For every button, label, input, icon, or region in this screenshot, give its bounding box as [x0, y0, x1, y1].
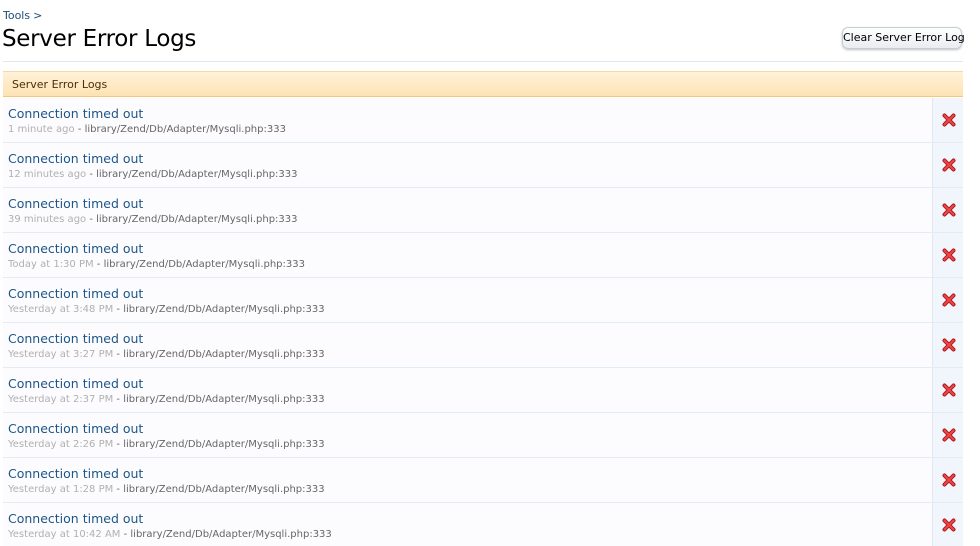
log-entry-file: library/Zend/Db/Adapter/Mysqli.php:333	[123, 484, 325, 495]
log-entry-meta: Yesterday at 2:26 PM - library/Zend/Db/A…	[8, 439, 325, 450]
page-title: Server Error Logs	[2, 26, 197, 52]
delete-log-button[interactable]	[932, 323, 963, 367]
log-entry-link[interactable]: Connection timed out Today at 1:30 PM - …	[3, 233, 932, 277]
title-divider	[3, 61, 963, 62]
close-icon	[942, 203, 956, 217]
log-entry-separator: -	[86, 214, 97, 225]
close-icon	[942, 248, 956, 262]
log-entry: Connection timed out 39 minutes ago - li…	[3, 188, 963, 233]
log-entry-title: Connection timed out	[8, 331, 144, 346]
page: Tools > Server Error Logs Clear Server Er…	[0, 0, 980, 546]
breadcrumb-item-tools[interactable]: Tools	[3, 9, 30, 22]
log-entry-meta: Yesterday at 1:28 PM - library/Zend/Db/A…	[8, 484, 325, 495]
log-entry-separator: -	[113, 484, 124, 495]
breadcrumb: Tools >	[3, 9, 42, 22]
log-entry-title: Connection timed out	[8, 286, 144, 301]
log-entry: Connection timed out Today at 1:30 PM - …	[3, 233, 963, 278]
close-icon	[942, 518, 956, 532]
log-entry-file: library/Zend/Db/Adapter/Mysqli.php:333	[123, 304, 325, 315]
log-entry-link[interactable]: Connection timed out 12 minutes ago - li…	[3, 143, 932, 187]
log-entry-time: Yesterday at 3:27 PM	[8, 349, 114, 360]
log-entry-link[interactable]: Connection timed out Yesterday at 2:37 P…	[3, 368, 932, 412]
section-header: Server Error Logs	[3, 71, 963, 97]
close-icon	[942, 113, 956, 127]
log-entry-time: Yesterday at 1:28 PM	[8, 484, 114, 495]
delete-log-button[interactable]	[932, 233, 963, 277]
log-entry-time: Yesterday at 10:42 AM	[8, 529, 121, 540]
log-entry-time: 1 minute ago	[8, 124, 75, 135]
log-entry-meta: Today at 1:30 PM - library/Zend/Db/Adapt…	[8, 259, 305, 270]
log-entry: Connection timed out 1 minute ago - libr…	[3, 98, 963, 143]
log-entry: Connection timed out Yesterday at 3:48 P…	[3, 278, 963, 323]
delete-log-button[interactable]	[932, 143, 963, 187]
log-entry-time: Today at 1:30 PM	[8, 259, 94, 270]
log-entry-time: 12 minutes ago	[8, 169, 87, 180]
log-entry-time: Yesterday at 2:26 PM	[8, 439, 114, 450]
close-icon	[942, 473, 956, 487]
close-icon	[942, 293, 956, 307]
log-entry-file: library/Zend/Db/Adapter/Mysqli.php:333	[96, 169, 298, 180]
log-entry-link[interactable]: Connection timed out Yesterday at 10:42 …	[3, 503, 932, 546]
log-entry-link[interactable]: Connection timed out 39 minutes ago - li…	[3, 188, 932, 232]
close-icon	[942, 428, 956, 442]
log-entry-meta: Yesterday at 3:27 PM - library/Zend/Db/A…	[8, 349, 325, 360]
log-entry-file: library/Zend/Db/Adapter/Mysqli.php:333	[123, 349, 325, 360]
close-icon	[942, 383, 956, 397]
log-entry-separator: -	[74, 124, 85, 135]
delete-log-button[interactable]	[932, 188, 963, 232]
log-entry-separator: -	[120, 529, 131, 540]
log-entry-time: 39 minutes ago	[8, 214, 87, 225]
log-entry-title: Connection timed out	[8, 241, 144, 256]
log-entry-file: library/Zend/Db/Adapter/Mysqli.php:333	[123, 439, 325, 450]
delete-log-button[interactable]	[932, 503, 963, 546]
breadcrumb-separator: >	[33, 9, 43, 22]
log-entry-file: library/Zend/Db/Adapter/Mysqli.php:333	[96, 214, 298, 225]
delete-log-button[interactable]	[932, 278, 963, 322]
log-entry-file: library/Zend/Db/Adapter/Mysqli.php:333	[84, 124, 286, 135]
log-entry-time: Yesterday at 2:37 PM	[8, 394, 114, 405]
log-entry-separator: -	[113, 304, 124, 315]
delete-log-button[interactable]	[932, 458, 963, 502]
delete-log-button[interactable]	[932, 368, 963, 412]
log-entry-meta: 39 minutes ago - library/Zend/Db/Adapter…	[8, 214, 298, 225]
log-entry-title: Connection timed out	[8, 196, 144, 211]
log-entry-time: Yesterday at 3:48 PM	[8, 304, 114, 315]
log-entry-separator: -	[86, 169, 97, 180]
log-entry-meta: 12 minutes ago - library/Zend/Db/Adapter…	[8, 169, 298, 180]
log-entry-title: Connection timed out	[8, 151, 144, 166]
close-icon	[942, 338, 956, 352]
log-entry: Connection timed out Yesterday at 3:27 P…	[3, 323, 963, 368]
log-entry-separator: -	[113, 439, 124, 450]
log-entry-meta: Yesterday at 2:37 PM - library/Zend/Db/A…	[8, 394, 325, 405]
delete-log-button[interactable]	[932, 413, 963, 457]
log-entry: Connection timed out Yesterday at 2:26 P…	[3, 413, 963, 458]
log-entry-file: library/Zend/Db/Adapter/Mysqli.php:333	[130, 529, 332, 540]
log-entry-meta: Yesterday at 10:42 AM - library/Zend/Db/…	[8, 529, 332, 540]
log-entry-link[interactable]: Connection timed out Yesterday at 3:48 P…	[3, 278, 932, 322]
log-entry-file: library/Zend/Db/Adapter/Mysqli.php:333	[123, 394, 325, 405]
log-entry-link[interactable]: Connection timed out Yesterday at 1:28 P…	[3, 458, 932, 502]
log-entry-title: Connection timed out	[8, 466, 144, 481]
log-entry: Connection timed out Yesterday at 2:37 P…	[3, 368, 963, 413]
log-entry-link[interactable]: Connection timed out 1 minute ago - libr…	[3, 98, 932, 142]
log-entry-separator: -	[93, 259, 104, 270]
log-entry-link[interactable]: Connection timed out Yesterday at 2:26 P…	[3, 413, 932, 457]
log-entry-title: Connection timed out	[8, 376, 144, 391]
log-entry-file: library/Zend/Db/Adapter/Mysqli.php:333	[103, 259, 305, 270]
delete-log-button[interactable]	[932, 98, 963, 142]
log-entry-title: Connection timed out	[8, 421, 144, 436]
error-log-list: Connection timed out 1 minute ago - libr…	[3, 98, 963, 546]
log-entry-title: Connection timed out	[8, 106, 144, 121]
log-entry-meta: Yesterday at 3:48 PM - library/Zend/Db/A…	[8, 304, 325, 315]
log-entry: Connection timed out Yesterday at 1:28 P…	[3, 458, 963, 503]
log-entry-separator: -	[113, 394, 124, 405]
log-entry-link[interactable]: Connection timed out Yesterday at 3:27 P…	[3, 323, 932, 367]
log-entry-title: Connection timed out	[8, 511, 144, 526]
log-entry: Connection timed out 12 minutes ago - li…	[3, 143, 963, 188]
close-icon	[942, 158, 956, 172]
log-entry-separator: -	[113, 349, 124, 360]
clear-error-log-button[interactable]: Clear Server Error Log	[842, 27, 965, 49]
log-entry-meta: 1 minute ago - library/Zend/Db/Adapter/M…	[8, 124, 286, 135]
log-entry: Connection timed out Yesterday at 10:42 …	[3, 503, 963, 546]
